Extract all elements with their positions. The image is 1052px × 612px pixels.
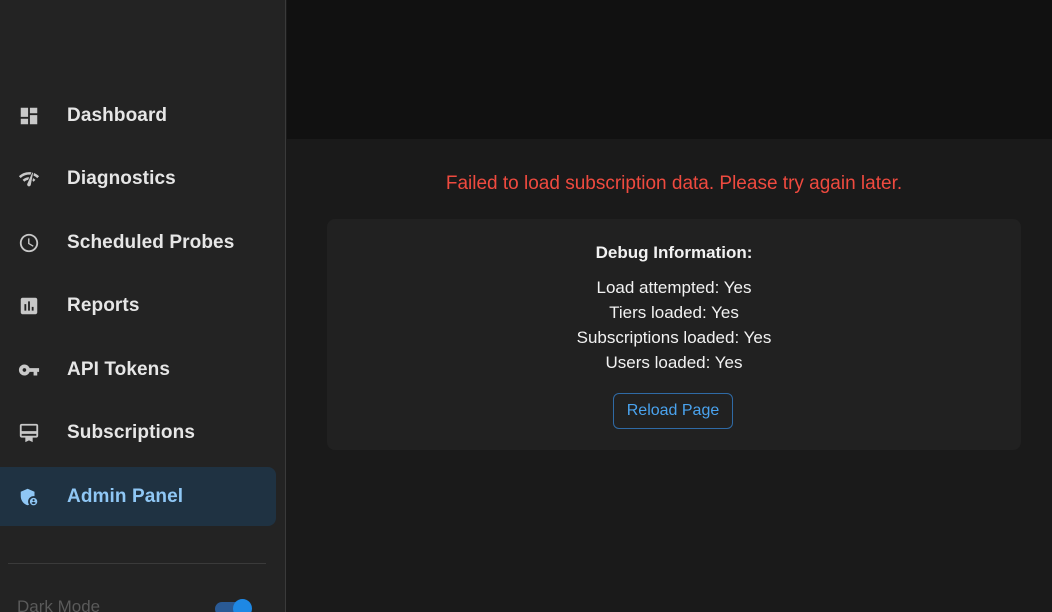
sidebar-item-subscriptions[interactable]: Subscriptions <box>0 404 276 463</box>
debug-lines: Load attempted: Yes Tiers loaded: Yes Su… <box>327 275 1021 375</box>
sidebar-item-label: Dashboard <box>67 104 168 126</box>
debug-line-users-loaded: Users loaded: Yes <box>605 353 743 372</box>
sidebar-item-label: Admin Panel <box>67 485 184 507</box>
app-root: Dashboard Diagnostics Scheduled Probes R… <box>0 0 1052 612</box>
admin-shield-icon <box>18 486 40 508</box>
reload-page-button[interactable]: Reload Page <box>613 393 733 429</box>
debug-line-subscriptions-loaded: Subscriptions loaded: Yes <box>576 328 772 347</box>
debug-card: Debug Information: Load attempted: Yes T… <box>327 219 1021 450</box>
bar-chart-icon <box>18 295 40 317</box>
sidebar-item-dashboard[interactable]: Dashboard <box>0 86 276 145</box>
sidebar-item-scheduled-probes[interactable]: Scheduled Probes <box>0 213 276 272</box>
dark-mode-toggle-knob[interactable] <box>233 599 252 612</box>
sidebar-item-label: Reports <box>67 295 140 316</box>
debug-title: Debug Information: <box>595 243 753 262</box>
sidebar-item-diagnostics[interactable]: Diagnostics <box>0 150 276 209</box>
debug-line-tiers-loaded: Tiers loaded: Yes <box>609 303 739 322</box>
dark-mode-row: Dark Mode <box>17 596 257 612</box>
sidebar-divider <box>8 563 266 564</box>
sidebar-item-api-tokens[interactable]: API Tokens <box>0 340 276 399</box>
sidebar-nav: Dashboard Diagnostics Scheduled Probes R… <box>0 86 285 531</box>
sidebar-item-label: API Tokens <box>67 358 171 380</box>
network-check-icon <box>18 168 40 190</box>
debug-line-load-attempted: Load attempted: Yes <box>596 278 752 297</box>
top-bar <box>287 0 1052 139</box>
sidebar: Dashboard Diagnostics Scheduled Probes R… <box>0 0 286 612</box>
dark-mode-label: Dark Mode <box>17 597 101 612</box>
main-content: Failed to load subscription data. Please… <box>287 139 1052 612</box>
sidebar-item-label: Scheduled Probes <box>67 231 235 253</box>
sidebar-item-label: Subscriptions <box>67 422 195 443</box>
sidebar-item-reports[interactable]: Reports <box>0 277 276 336</box>
error-message: Failed to load subscription data. Please… <box>445 173 903 194</box>
dashboard-icon <box>18 105 40 127</box>
clock-icon <box>18 232 40 254</box>
sidebar-item-label: Diagnostics <box>67 168 176 189</box>
key-icon <box>18 359 40 381</box>
sidebar-item-admin-panel[interactable]: Admin Panel <box>0 467 276 526</box>
card-membership-icon <box>18 422 40 444</box>
